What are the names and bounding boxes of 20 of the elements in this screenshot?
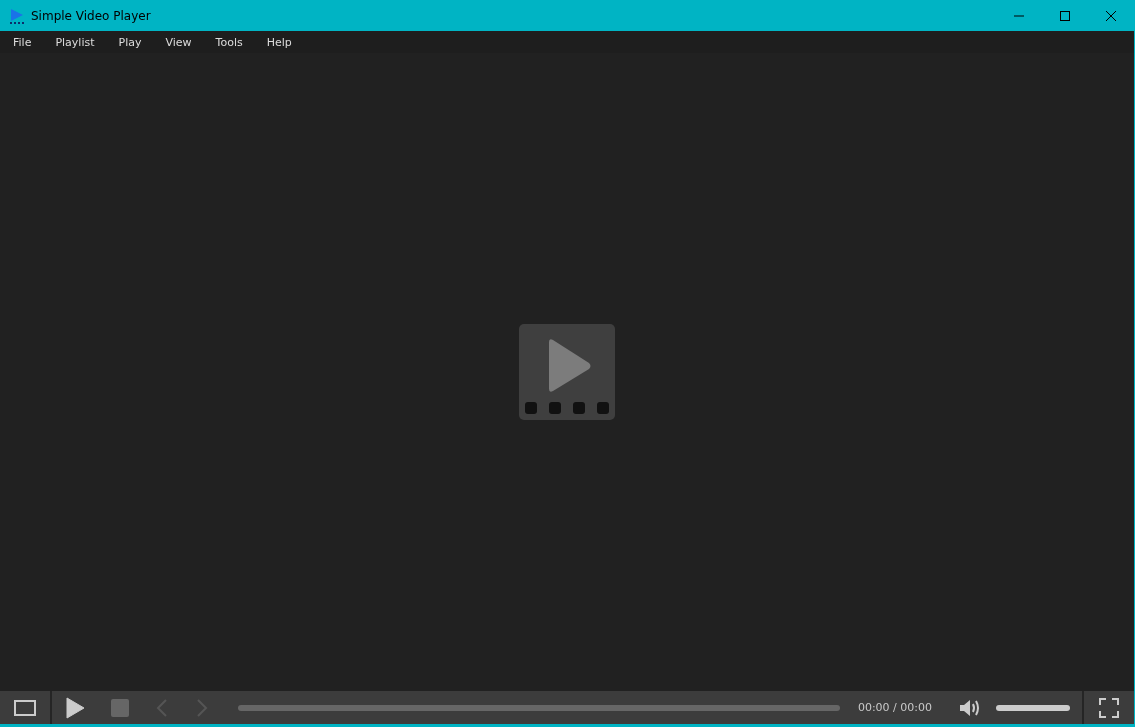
menu-item[interactable]: View xyxy=(156,35,201,49)
chevron-right-icon xyxy=(195,697,209,718)
video-placeholder-icon xyxy=(519,324,615,420)
menu-item[interactable]: Tools xyxy=(206,35,252,49)
rectangle-icon xyxy=(14,699,36,716)
time-display: 00:00 / 00:00 xyxy=(857,701,932,714)
play-icon xyxy=(9,7,25,24)
stop-icon xyxy=(111,698,129,717)
menu-item[interactable]: Playlist xyxy=(46,35,104,49)
fullscreen-icon xyxy=(1099,697,1119,718)
menu-item[interactable]: Help xyxy=(257,35,301,49)
menu-item[interactable]: File xyxy=(4,35,41,49)
window-title: Simple Video Player xyxy=(31,8,151,23)
maximize-icon xyxy=(1060,10,1070,21)
chevron-left-icon xyxy=(155,697,169,718)
seek-slider[interactable] xyxy=(238,704,840,711)
close-icon xyxy=(1106,10,1116,21)
menu-item[interactable]: Play xyxy=(109,35,151,49)
play-icon xyxy=(65,696,85,719)
volume-slider[interactable] xyxy=(996,704,1070,711)
